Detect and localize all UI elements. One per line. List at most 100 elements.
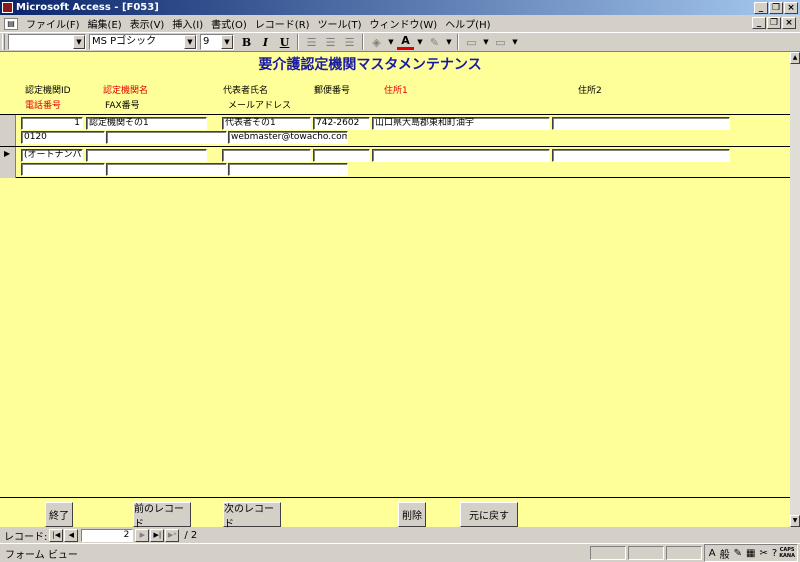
menu-tools[interactable]: ツール(T)	[314, 16, 366, 31]
form-vertical-scrollbar[interactable]: ▲ ▼	[790, 52, 800, 527]
form-doc-icon[interactable]: ▤	[4, 17, 18, 30]
agency-id-field[interactable]: (オートナンバー)	[21, 149, 83, 162]
ime-tools-icon[interactable]: ✂	[759, 548, 767, 559]
toolbar-grip[interactable]	[2, 34, 5, 50]
agency-name-field[interactable]: 認定機関その1	[86, 117, 207, 130]
font-size-combo[interactable]: 9 ▼	[200, 34, 234, 50]
chevron-down-icon[interactable]: ▼	[221, 35, 233, 49]
chevron-down-icon[interactable]: ▼	[73, 35, 85, 49]
app-close-button[interactable]: ×	[784, 1, 798, 14]
address1-field[interactable]	[372, 149, 550, 162]
menu-help[interactable]: ヘルプ(H)	[441, 16, 494, 31]
undo-button[interactable]: 元に戻す	[460, 502, 518, 527]
first-record-icon[interactable]: |◀	[49, 528, 64, 542]
menu-format[interactable]: 書式(O)	[207, 16, 251, 31]
phone-field[interactable]: 0120	[21, 131, 105, 144]
fill-color-icon[interactable]: ◈	[368, 34, 385, 51]
scroll-down-icon[interactable]: ▼	[790, 515, 800, 527]
record-row: 1 認定機関その1 代表者その1 742-2602 山口県大島郡東和町油宇 01…	[0, 114, 790, 146]
line-color-icon[interactable]: ✎	[426, 34, 443, 51]
font-name-combo[interactable]: MS Pゴシック ▼	[89, 34, 197, 50]
fax-field[interactable]	[106, 163, 227, 176]
close-form-button[interactable]: 終了	[45, 502, 73, 527]
postal-code-field[interactable]: 742-2602	[313, 117, 370, 130]
label-representative: 代表者氏名	[223, 86, 269, 96]
chevron-down-icon[interactable]: ▼	[445, 34, 453, 51]
ime-help-icon[interactable]: ?	[772, 548, 777, 559]
record-total: / 2	[184, 529, 198, 541]
chevron-down-icon[interactable]: ▼	[387, 34, 395, 51]
email-field[interactable]	[228, 163, 348, 176]
italic-button[interactable]: I	[257, 34, 274, 51]
label-agency-id: 認定機関ID	[25, 86, 71, 96]
next-record-icon[interactable]: ▶	[135, 528, 150, 542]
record-selector[interactable]	[0, 115, 16, 146]
object-combo[interactable]: ▼	[8, 34, 86, 50]
border-width-icon[interactable]: ▭	[463, 34, 480, 51]
previous-record-icon[interactable]: ◀	[64, 528, 79, 542]
form-footer: 終了 前のレコード 次のレコード 削除 元に戻す	[0, 497, 790, 530]
app-maximize-button[interactable]: ❐	[769, 1, 783, 14]
doc-minimize-button[interactable]: _	[752, 17, 766, 29]
doc-close-button[interactable]: ×	[782, 17, 796, 29]
align-center-icon[interactable]: ☰	[322, 34, 339, 51]
menu-window[interactable]: ウィンドウ(W)	[365, 16, 441, 31]
email-field[interactable]: webmaster@towacho.com	[228, 131, 348, 144]
fax-field[interactable]	[106, 131, 227, 144]
representative-field[interactable]	[222, 149, 311, 162]
menu-view[interactable]: 表示(V)	[126, 16, 169, 31]
representative-field[interactable]: 代表者その1	[222, 117, 311, 130]
align-right-icon[interactable]: ☰	[341, 34, 358, 51]
status-text: フォーム ビュー	[5, 549, 78, 561]
underline-button[interactable]: U	[276, 34, 293, 51]
agency-name-field[interactable]	[86, 149, 207, 162]
last-record-icon[interactable]: ▶|	[150, 528, 165, 542]
font-name-value: MS Pゴシック	[92, 36, 157, 47]
ime-mode-icon[interactable]: A	[709, 548, 716, 559]
toolbar-separator	[362, 34, 364, 50]
label-postal-code: 郵便番号	[314, 86, 351, 96]
menu-edit[interactable]: 編集(E)	[84, 16, 126, 31]
chevron-down-icon[interactable]: ▼	[184, 35, 196, 49]
address2-field[interactable]	[552, 117, 730, 130]
ime-dictionary-icon[interactable]: ▦	[746, 548, 755, 559]
access-app-icon	[2, 2, 13, 13]
formatting-toolbar: ▼ MS Pゴシック ▼ 9 ▼ B I U ☰ ☰ ☰ ◈ ▼ A ▼ ✎ ▼…	[0, 32, 800, 52]
new-record-icon[interactable]: ▶*	[165, 528, 180, 542]
menu-insert[interactable]: 挿入(I)	[168, 16, 207, 31]
record-selector[interactable]: ▶	[0, 147, 16, 178]
chevron-down-icon[interactable]: ▼	[482, 34, 490, 51]
menu-records[interactable]: レコード(R)	[251, 16, 314, 31]
current-record-input[interactable]: 2	[81, 528, 134, 542]
chevron-down-icon[interactable]: ▼	[511, 34, 519, 51]
scroll-up-icon[interactable]: ▲	[790, 52, 800, 64]
delete-button[interactable]: 削除	[398, 502, 426, 527]
app-window-buttons: _ ❐ ×	[754, 1, 798, 14]
status-panel	[665, 546, 702, 560]
font-color-icon[interactable]: A	[397, 34, 414, 50]
doc-restore-button[interactable]: ❐	[767, 17, 781, 29]
postal-code-field[interactable]	[313, 149, 370, 162]
agency-id-field[interactable]: 1	[21, 117, 83, 130]
menu-file[interactable]: ファイル(F)	[22, 16, 84, 31]
special-effect-icon[interactable]: ▭	[492, 34, 509, 51]
align-left-icon[interactable]: ☰	[303, 34, 320, 51]
app-minimize-button[interactable]: _	[754, 1, 768, 14]
next-record-button[interactable]: 次のレコード	[223, 502, 281, 530]
record-row-new: ▶ (オートナンバー)	[0, 146, 790, 178]
chevron-down-icon[interactable]: ▼	[416, 34, 424, 51]
address2-field[interactable]	[552, 149, 730, 162]
label-address1: 住所1	[384, 86, 408, 96]
phone-field[interactable]	[21, 163, 105, 176]
window-title: Microsoft Access - [F053]	[16, 2, 159, 13]
form-title: 要介護認定機関マスタメンテナンス	[258, 57, 482, 73]
bold-button[interactable]: B	[238, 34, 255, 51]
title-bar: Microsoft Access - [F053] _ ❐ ×	[0, 0, 800, 15]
prev-record-button[interactable]: 前のレコード	[133, 502, 191, 530]
ime-conversion-mode[interactable]: 般	[720, 546, 730, 561]
ime-toolbar: A 般 ✎ ▦ ✂ ? CAPS KANA	[703, 544, 798, 562]
form-view: 要介護認定機関マスタメンテナンス 認定機関ID 認定機関名 代表者氏名 郵便番号…	[0, 52, 790, 527]
current-record-arrow-icon: ▶	[4, 149, 11, 158]
address1-field[interactable]: 山口県大島郡東和町油宇	[372, 117, 550, 130]
ime-pad-icon[interactable]: ✎	[734, 548, 742, 559]
